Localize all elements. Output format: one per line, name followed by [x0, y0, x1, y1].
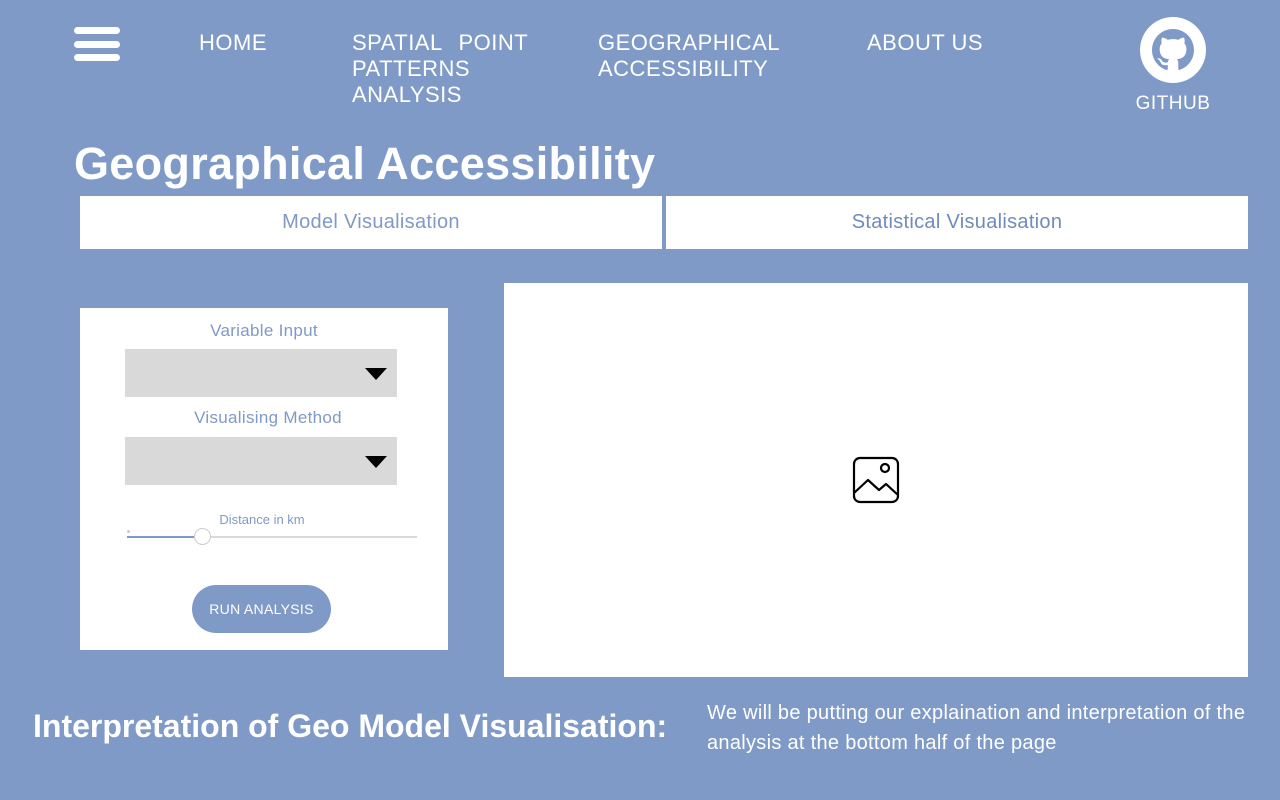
interpretation-title: Interpretation of Geo Model Visualisatio… — [33, 708, 668, 744]
control-panel: Variable Input Visualising Method Distan… — [80, 308, 448, 650]
visualising-method-label: Visualising Method — [194, 408, 342, 427]
run-analysis-button[interactable]: RUN ANALYSIS — [192, 585, 331, 633]
nav-spatial-point-patterns-analysis[interactable]: SPATIAL POINT PATTERNS ANALYSIS — [352, 30, 552, 108]
github-icon[interactable] — [1140, 17, 1206, 83]
distance-slider-fill — [127, 536, 203, 538]
variable-input-label: Variable Input — [210, 321, 318, 340]
tab-bar: Model Visualisation Statistical Visualis… — [80, 196, 1248, 249]
distance-slider-label: Distance in km — [219, 512, 305, 527]
nav-home[interactable]: HOME — [199, 30, 267, 56]
visualisation-area — [504, 283, 1248, 677]
tab-statistical-visualisation[interactable]: Statistical Visualisation — [666, 196, 1248, 249]
page-title: Geographical Accessibility — [74, 138, 656, 189]
nav-about-us[interactable]: ABOUT US — [867, 30, 983, 56]
nav-geographical-accessibility[interactable]: GEOGRAPHICAL ACCESSIBILITY — [598, 30, 828, 82]
interpretation-text: We will be putting our explaination and … — [707, 702, 1246, 754]
chevron-down-icon — [365, 456, 387, 468]
chevron-down-icon — [365, 368, 387, 380]
distance-slider[interactable] — [127, 528, 417, 545]
slider-min-marker — [127, 530, 130, 533]
variable-input-select[interactable] — [125, 349, 397, 397]
distance-slider-thumb[interactable] — [194, 528, 212, 545]
github-link[interactable]: GITHUB — [1125, 17, 1221, 115]
visualising-method-select[interactable] — [125, 437, 397, 485]
image-placeholder-icon — [852, 456, 900, 504]
tab-model-visualisation[interactable]: Model Visualisation — [80, 196, 662, 249]
hamburger-menu-icon[interactable] — [74, 27, 120, 61]
github-label: GITHUB — [1135, 93, 1211, 114]
